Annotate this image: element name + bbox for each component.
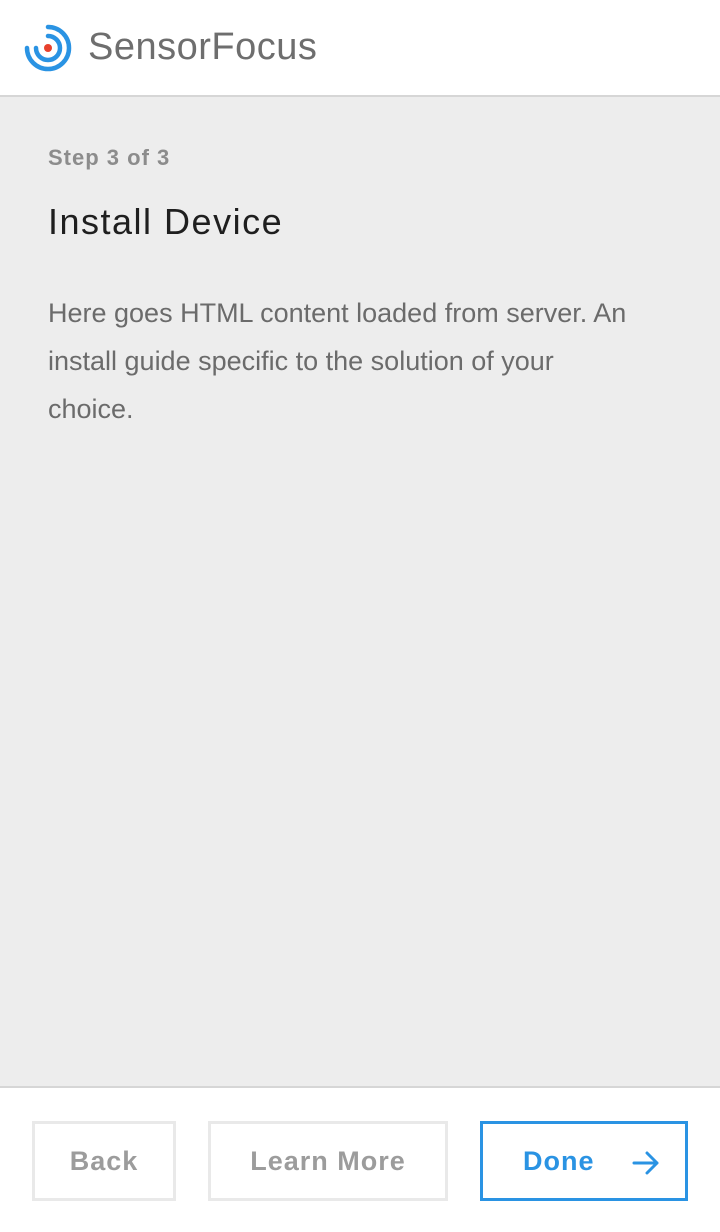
step-indicator: Step 3 of 3 xyxy=(48,145,171,170)
learn-more-button[interactable]: Learn More xyxy=(208,1121,448,1201)
learn-more-button-label: Learn More xyxy=(250,1145,406,1176)
done-button-label: Done xyxy=(523,1145,595,1176)
step-content: Step 3 of 3 Install Device Here goes HTM… xyxy=(0,97,720,1086)
arrow-right-icon xyxy=(632,1151,659,1175)
install-guide-text: Here goes HTML content loaded from serve… xyxy=(48,298,627,424)
app-header: SensorFocus xyxy=(0,0,720,97)
back-button-label: Back xyxy=(69,1145,139,1176)
done-button[interactable]: Done xyxy=(480,1121,688,1201)
app-name: SensorFocus xyxy=(88,26,318,68)
back-button[interactable]: Back xyxy=(32,1121,176,1201)
sensorfocus-logo-icon xyxy=(24,24,72,71)
footer-actions: Back Learn More Done xyxy=(0,1086,720,1232)
page-title: Install Device xyxy=(48,201,284,242)
app-root: SensorFocus Step 3 of 3 Install Device H… xyxy=(0,0,720,1232)
